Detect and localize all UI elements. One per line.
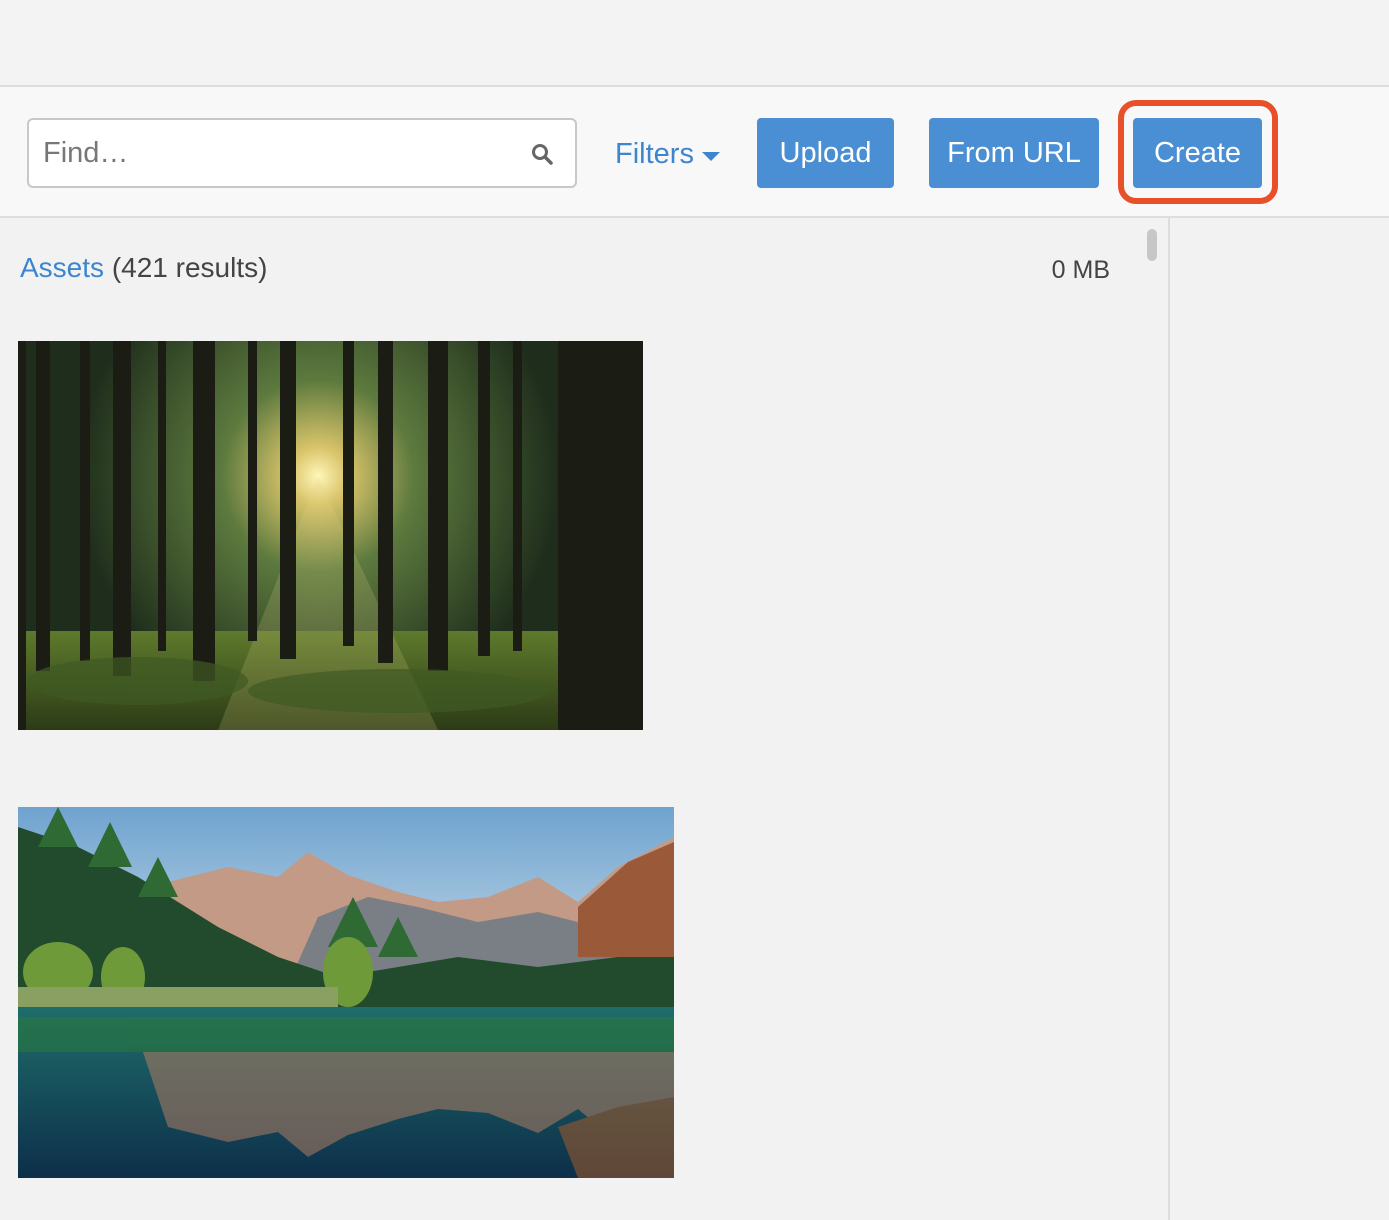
create-button[interactable]: Create [1133, 118, 1262, 188]
caret-down-icon [701, 151, 720, 161]
results-summary: Assets (421 results) [20, 252, 267, 284]
asset-thumbnail-mountain-lake[interactable] [18, 807, 674, 1178]
upload-button[interactable]: Upload [757, 118, 894, 188]
total-size: 0 MB [1051, 256, 1110, 284]
scrollbar-thumb[interactable] [1147, 229, 1157, 261]
top-bar [0, 0, 1389, 87]
assets-panel: Assets (421 results) 0 MB [0, 218, 1168, 1220]
asset-toolbar: Filters Upload From URL Create [0, 87, 1389, 218]
results-count: (421 results) [111, 252, 268, 283]
assets-link[interactable]: Assets [20, 252, 104, 283]
asset-thumbnail-forest[interactable] [18, 341, 643, 730]
search-input[interactable] [43, 120, 523, 186]
search-box[interactable] [27, 118, 577, 188]
search-icon[interactable] [531, 143, 553, 165]
filters-label: Filters [615, 137, 694, 170]
from-url-button[interactable]: From URL [929, 118, 1099, 188]
filters-dropdown[interactable]: Filters [615, 134, 720, 174]
details-panel [1170, 218, 1389, 1220]
